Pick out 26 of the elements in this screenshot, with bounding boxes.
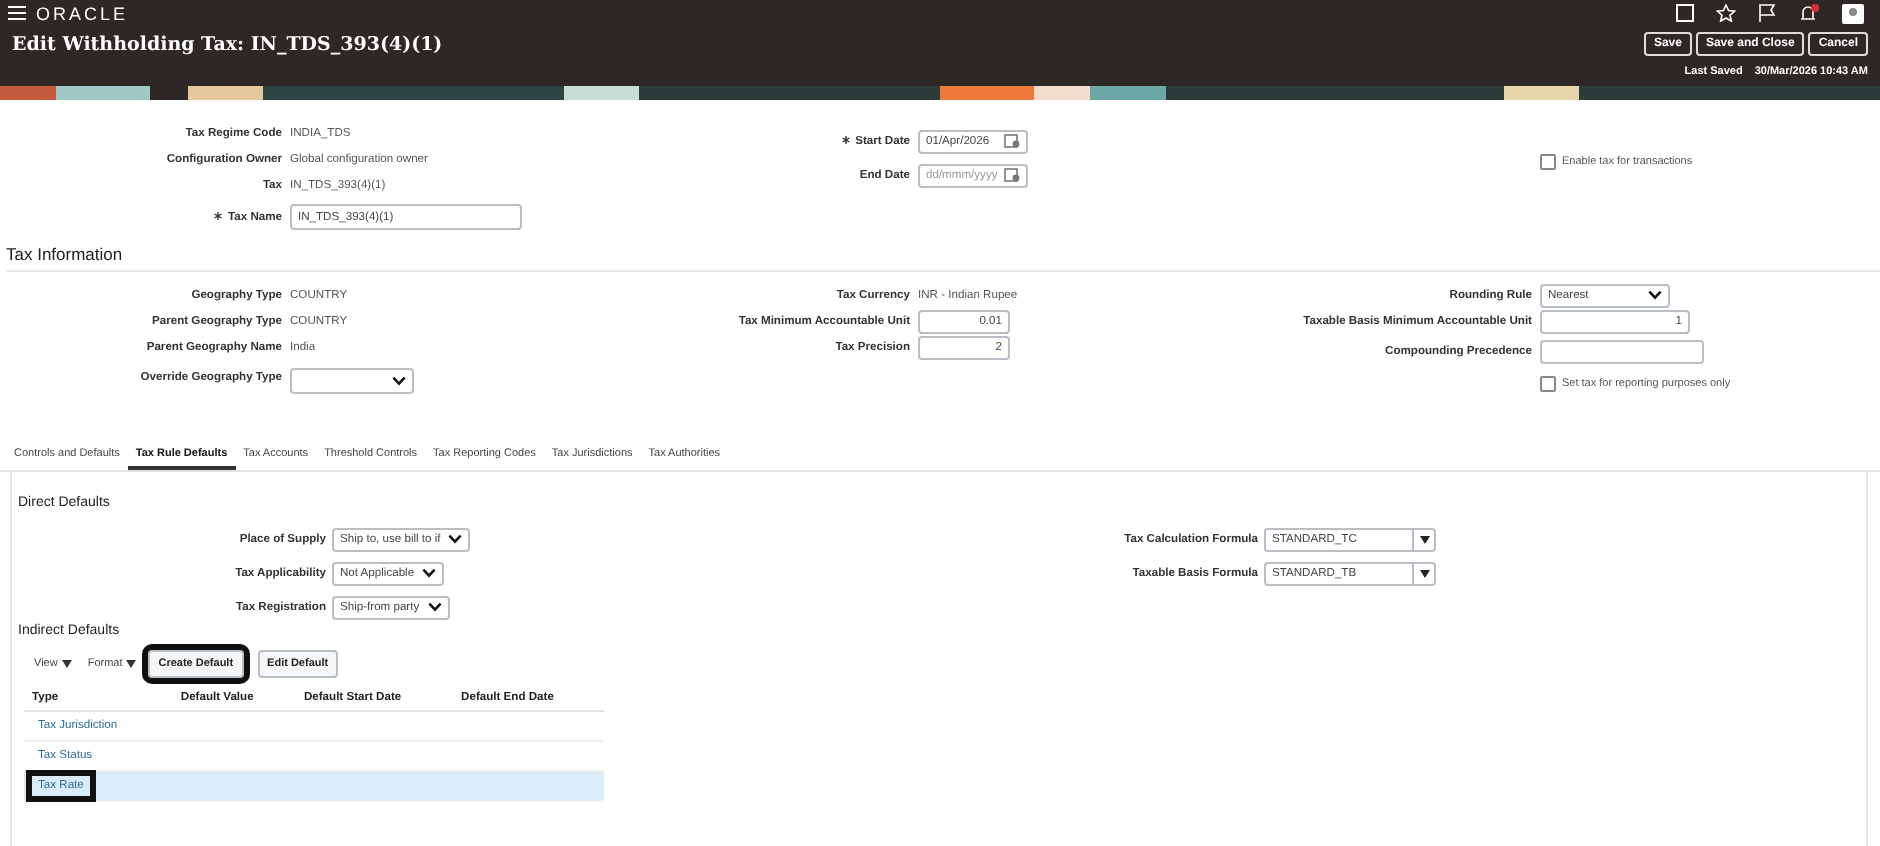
star-icon[interactable] [1716,4,1736,22]
dropdown-icon[interactable] [1412,563,1434,583]
square-icon[interactable] [1676,4,1694,22]
calendar-icon[interactable] [1004,134,1020,148]
bell-icon[interactable] [1798,4,1820,22]
checkbox[interactable] [1540,153,1556,169]
dropdown-icon[interactable] [1412,529,1434,549]
chevron-icon [392,376,406,386]
chevron-icon [422,568,437,578]
input-field[interactable] [1540,340,1704,364]
caret-icon [61,660,72,668]
checkbox[interactable] [1540,375,1556,391]
chevron-icon [427,602,442,612]
select-field[interactable] [290,368,414,394]
caret-icon [126,660,137,668]
flag-icon[interactable] [1758,4,1776,22]
page-title: Edit Withholding Tax: IN_TDS_393(4)(1) [10,33,443,55]
asterisk-icon [214,211,223,219]
calendar-icon[interactable] [1004,168,1020,182]
logo[interactable]: ORACLE [36,3,129,23]
chevron-icon [448,534,463,544]
asterisk-icon [842,135,850,143]
menu-icon[interactable] [8,6,26,20]
chevron-icon [1648,290,1662,300]
section-heading: Tax Information [6,244,1880,272]
avatar-icon[interactable] [1842,3,1864,23]
